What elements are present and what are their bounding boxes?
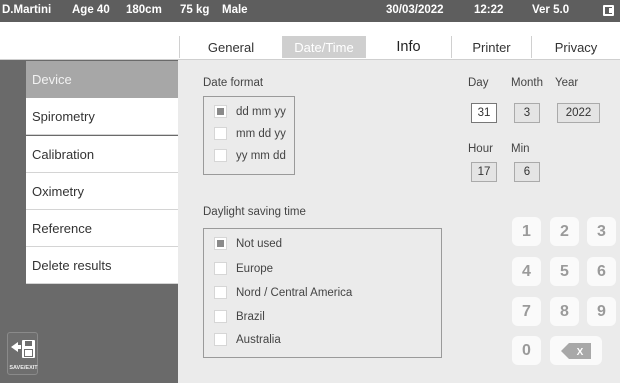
checkbox-checked[interactable] bbox=[214, 105, 227, 118]
checkbox[interactable] bbox=[214, 286, 227, 299]
dst-title: Daylight saving time bbox=[203, 206, 306, 218]
keypad-key-3[interactable]: 3 bbox=[587, 217, 616, 246]
keypad-key-7[interactable]: 7 bbox=[512, 297, 541, 326]
sidebar-item-delete-results[interactable]: Delete results bbox=[26, 247, 178, 284]
date-format-option[interactable]: yy mm dd bbox=[214, 149, 286, 162]
dst-option[interactable]: Brazil bbox=[214, 310, 265, 323]
hour-field[interactable]: 17 bbox=[471, 162, 497, 182]
date-format-group: dd mm yy mm dd yy yy mm dd bbox=[203, 96, 295, 175]
dst-option[interactable]: Nord / Central America bbox=[214, 286, 352, 299]
patient-sex: Male bbox=[222, 4, 248, 16]
sidebar-item-device[interactable]: Device bbox=[26, 61, 178, 98]
keypad-key-5[interactable]: 5 bbox=[550, 257, 579, 286]
save-exit-button[interactable]: SAVE/EXIT bbox=[7, 332, 38, 375]
year-label: Year bbox=[555, 77, 579, 89]
patient-weight: 75 kg bbox=[180, 4, 210, 16]
min-label: Min bbox=[511, 143, 530, 155]
tab-printer[interactable]: Printer bbox=[451, 36, 531, 58]
keypad-key-6[interactable]: 6 bbox=[587, 257, 616, 286]
save-exit-label: SAVE/EXIT bbox=[9, 365, 38, 371]
keypad-key-1[interactable]: 1 bbox=[512, 217, 541, 246]
tab-bar: General Date/Time Info Printer Privacy bbox=[0, 22, 620, 60]
day-field[interactable]: 31 bbox=[471, 103, 497, 123]
date-format-title: Date format bbox=[203, 77, 264, 89]
dst-option[interactable]: Australia bbox=[214, 333, 281, 346]
status-bar: D.Martini Age 40 180cm 75 kg Male 30/03/… bbox=[0, 0, 620, 22]
keypad-key-9[interactable]: 9 bbox=[587, 297, 616, 326]
svg-text:X: X bbox=[577, 347, 584, 358]
min-field[interactable]: 6 bbox=[514, 162, 540, 182]
checkbox[interactable] bbox=[214, 310, 227, 323]
patient-age: Age 40 bbox=[72, 4, 110, 16]
sidebar-item-oximetry[interactable]: Oximetry bbox=[26, 173, 178, 210]
dst-option[interactable]: Europe bbox=[214, 262, 273, 275]
sidebar: Device Spirometry Calibration Oximetry R… bbox=[0, 60, 178, 383]
keypad-key-8[interactable]: 8 bbox=[550, 297, 579, 326]
sidebar-item-reference[interactable]: Reference bbox=[26, 210, 178, 247]
date-time-panel: Date format dd mm yy mm dd yy yy mm dd D… bbox=[178, 60, 620, 383]
date-format-option[interactable]: mm dd yy bbox=[214, 127, 286, 140]
month-label: Month bbox=[511, 77, 543, 89]
hour-label: Hour bbox=[468, 143, 493, 155]
tab-general[interactable]: General bbox=[179, 36, 282, 58]
patient-height: 180cm bbox=[126, 4, 162, 16]
dst-option[interactable]: Not used bbox=[214, 237, 282, 250]
keypad-key-4[interactable]: 4 bbox=[512, 257, 541, 286]
date-format-option[interactable]: dd mm yy bbox=[214, 105, 286, 118]
checkbox-checked[interactable] bbox=[214, 237, 227, 250]
keypad-key-0[interactable]: 0 bbox=[512, 336, 541, 365]
status-date: 30/03/2022 bbox=[386, 4, 444, 16]
tab-date-time[interactable]: Date/Time bbox=[282, 36, 365, 58]
status-time: 12:22 bbox=[474, 4, 504, 16]
battery-icon bbox=[603, 5, 614, 16]
checkbox[interactable] bbox=[214, 149, 227, 162]
backspace-icon: X bbox=[561, 342, 591, 359]
checkbox[interactable] bbox=[214, 127, 227, 140]
software-version: Ver 5.0 bbox=[532, 4, 570, 16]
keypad-key-2[interactable]: 2 bbox=[550, 217, 579, 246]
year-field[interactable]: 2022 bbox=[557, 103, 600, 123]
keypad-backspace-button[interactable]: X bbox=[550, 336, 602, 365]
tab-info[interactable]: Info bbox=[365, 36, 451, 58]
patient-name: D.Martini bbox=[2, 4, 52, 16]
sidebar-item-spirometry[interactable]: Spirometry bbox=[26, 98, 178, 135]
tab-privacy[interactable]: Privacy bbox=[531, 36, 620, 58]
floppy-disk-arrow-icon bbox=[11, 340, 35, 358]
checkbox[interactable] bbox=[214, 262, 227, 275]
checkbox[interactable] bbox=[214, 333, 227, 346]
dst-group: Not used Europe Nord / Central America B… bbox=[203, 228, 442, 358]
month-field[interactable]: 3 bbox=[514, 103, 540, 123]
sidebar-item-calibration[interactable]: Calibration bbox=[26, 136, 178, 173]
day-label: Day bbox=[468, 77, 489, 89]
